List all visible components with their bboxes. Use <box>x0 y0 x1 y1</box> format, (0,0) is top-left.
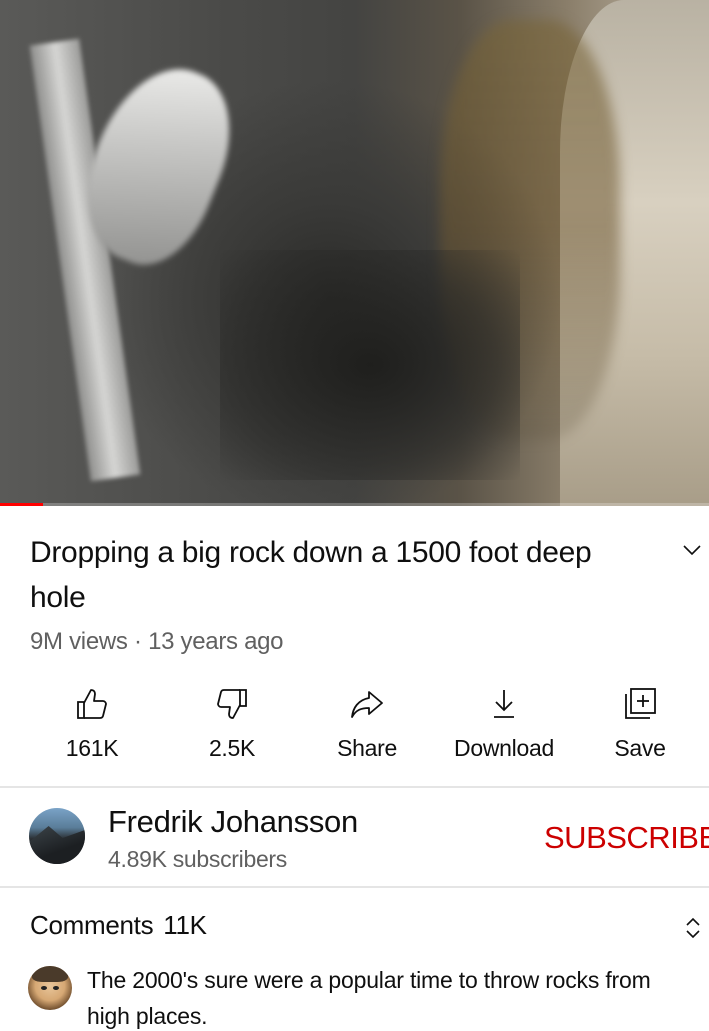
add-to-playlist-icon <box>625 688 656 719</box>
video-title[interactable]: Dropping a big rock down a 1500 foot dee… <box>30 530 650 620</box>
comments-header[interactable]: Comments 11K <box>30 910 207 941</box>
action-row: 161K 2.5K Share Download Save <box>0 680 709 770</box>
avatar-eye <box>41 986 47 990</box>
top-comment-text[interactable]: The 2000's sure were a popular time to t… <box>87 962 697 1031</box>
channel-avatar[interactable] <box>29 808 85 864</box>
thumbs-up-icon <box>77 689 107 719</box>
dislike-button[interactable]: 2.5K <box>162 680 302 770</box>
channel-name[interactable]: Fredrik Johansson <box>108 804 358 840</box>
video-player[interactable] <box>0 0 709 506</box>
avatar-mountain <box>29 826 85 864</box>
download-icon <box>494 690 514 718</box>
meta-separator: · <box>127 628 149 655</box>
download-button[interactable]: Download <box>434 680 574 770</box>
avatar-eye <box>53 986 59 990</box>
divider <box>0 786 709 788</box>
thumbs-down-icon <box>217 689 247 719</box>
save-label: Save <box>614 735 666 761</box>
download-label: Download <box>454 735 554 761</box>
subscribe-button[interactable]: SUBSCRIBE <box>544 820 709 856</box>
video-meta: 9M views · 13 years ago <box>30 628 284 656</box>
comments-count: 11K <box>163 910 207 940</box>
share-button[interactable]: Share <box>297 680 437 770</box>
hole-shadow <box>220 250 520 480</box>
like-button[interactable]: 161K <box>22 680 162 770</box>
progress-track[interactable] <box>0 503 709 506</box>
divider <box>0 886 709 888</box>
like-count: 161K <box>65 735 119 761</box>
dislike-count: 2.5K <box>208 735 256 761</box>
comments-label: Comments <box>30 910 154 940</box>
commenter-avatar[interactable] <box>28 966 72 1010</box>
share-arrow-icon <box>351 691 383 718</box>
upload-age: 13 years ago <box>148 628 284 655</box>
share-label: Share <box>337 735 397 761</box>
expand-icon[interactable] <box>682 913 704 943</box>
progress-bar[interactable] <box>0 503 43 506</box>
view-count: 9M views <box>30 628 128 655</box>
save-button[interactable]: Save <box>570 680 709 770</box>
subscriber-count: 4.89K subscribers <box>108 846 287 872</box>
chevron-down-icon[interactable] <box>680 538 704 562</box>
avatar-hair <box>32 966 68 982</box>
